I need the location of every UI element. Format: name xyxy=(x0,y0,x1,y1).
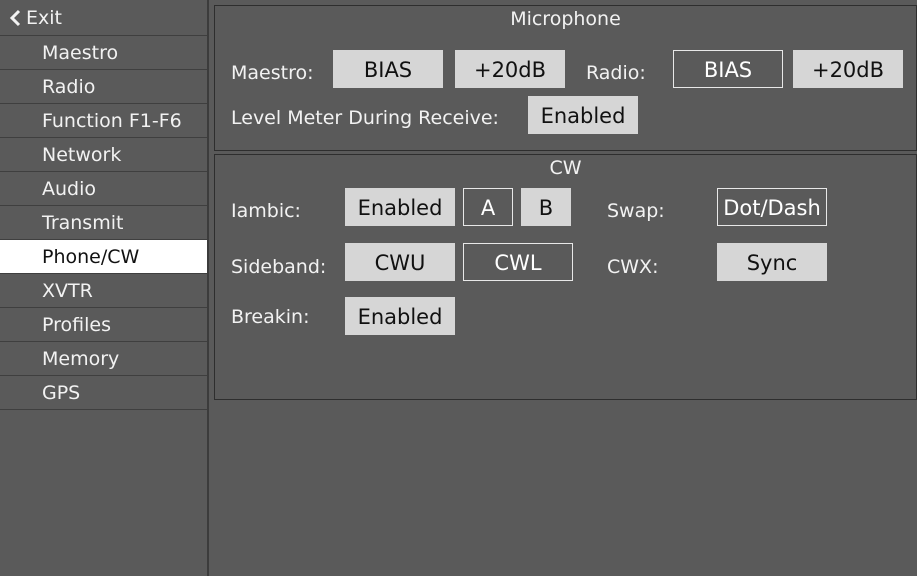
exit-button[interactable]: Exit xyxy=(0,0,207,36)
sidebar-item-xvtr[interactable]: XVTR xyxy=(0,274,207,308)
sidebar-item-maestro[interactable]: Maestro xyxy=(0,36,207,70)
sideband-cwl-button[interactable]: CWL xyxy=(463,243,573,281)
sideband-cwu-button[interactable]: CWU xyxy=(345,243,455,281)
sidebar: Exit Maestro Radio Function F1-F6 Networ… xyxy=(0,0,209,576)
radio-bias-button[interactable]: BIAS xyxy=(673,50,783,88)
microphone-title: Microphone xyxy=(510,8,621,30)
sidebar-item-transmit[interactable]: Transmit xyxy=(0,206,207,240)
sidebar-item-phone-cw[interactable]: Phone/CW xyxy=(0,240,207,274)
microphone-panel: Microphone Maestro: BIAS +20dB Radio: BI… xyxy=(214,5,917,151)
sidebar-item-radio[interactable]: Radio xyxy=(0,70,207,104)
swap-button[interactable]: Dot/Dash xyxy=(717,188,827,226)
chevron-left-icon xyxy=(9,9,21,26)
level-meter-button[interactable]: Enabled xyxy=(528,96,638,134)
sidebar-item-function[interactable]: Function F1-F6 xyxy=(0,104,207,138)
level-meter-label: Level Meter During Receive: xyxy=(231,107,499,129)
sideband-label: Sideband: xyxy=(231,256,327,278)
settings-window: Exit Maestro Radio Function F1-F6 Networ… xyxy=(0,0,917,576)
breakin-button[interactable]: Enabled xyxy=(345,297,455,335)
swap-label: Swap: xyxy=(607,200,665,222)
iambic-mode-a-button[interactable]: A xyxy=(463,188,513,226)
radio-label: Radio: xyxy=(586,62,646,84)
sidebar-item-memory[interactable]: Memory xyxy=(0,342,207,376)
sidebar-item-network[interactable]: Network xyxy=(0,138,207,172)
cw-panel: CW Iambic: Enabled A B Swap: Dot/Dash Si… xyxy=(214,154,917,400)
cw-title: CW xyxy=(549,157,582,179)
sidebar-item-profiles[interactable]: Profiles xyxy=(0,308,207,342)
cwx-sync-button[interactable]: Sync xyxy=(717,243,827,281)
maestro-bias-button[interactable]: BIAS xyxy=(333,50,443,88)
sidebar-item-gps[interactable]: GPS xyxy=(0,376,207,410)
iambic-enabled-button[interactable]: Enabled xyxy=(345,188,455,226)
iambic-mode-b-button[interactable]: B xyxy=(521,188,571,226)
maestro-boost-button[interactable]: +20dB xyxy=(455,50,565,88)
exit-label: Exit xyxy=(26,6,62,29)
radio-boost-button[interactable]: +20dB xyxy=(793,50,903,88)
iambic-label: Iambic: xyxy=(231,200,301,222)
cwx-label: CWX: xyxy=(607,256,659,278)
sidebar-item-audio[interactable]: Audio xyxy=(0,172,207,206)
breakin-label: Breakin: xyxy=(231,306,310,328)
maestro-label: Maestro: xyxy=(231,62,314,84)
